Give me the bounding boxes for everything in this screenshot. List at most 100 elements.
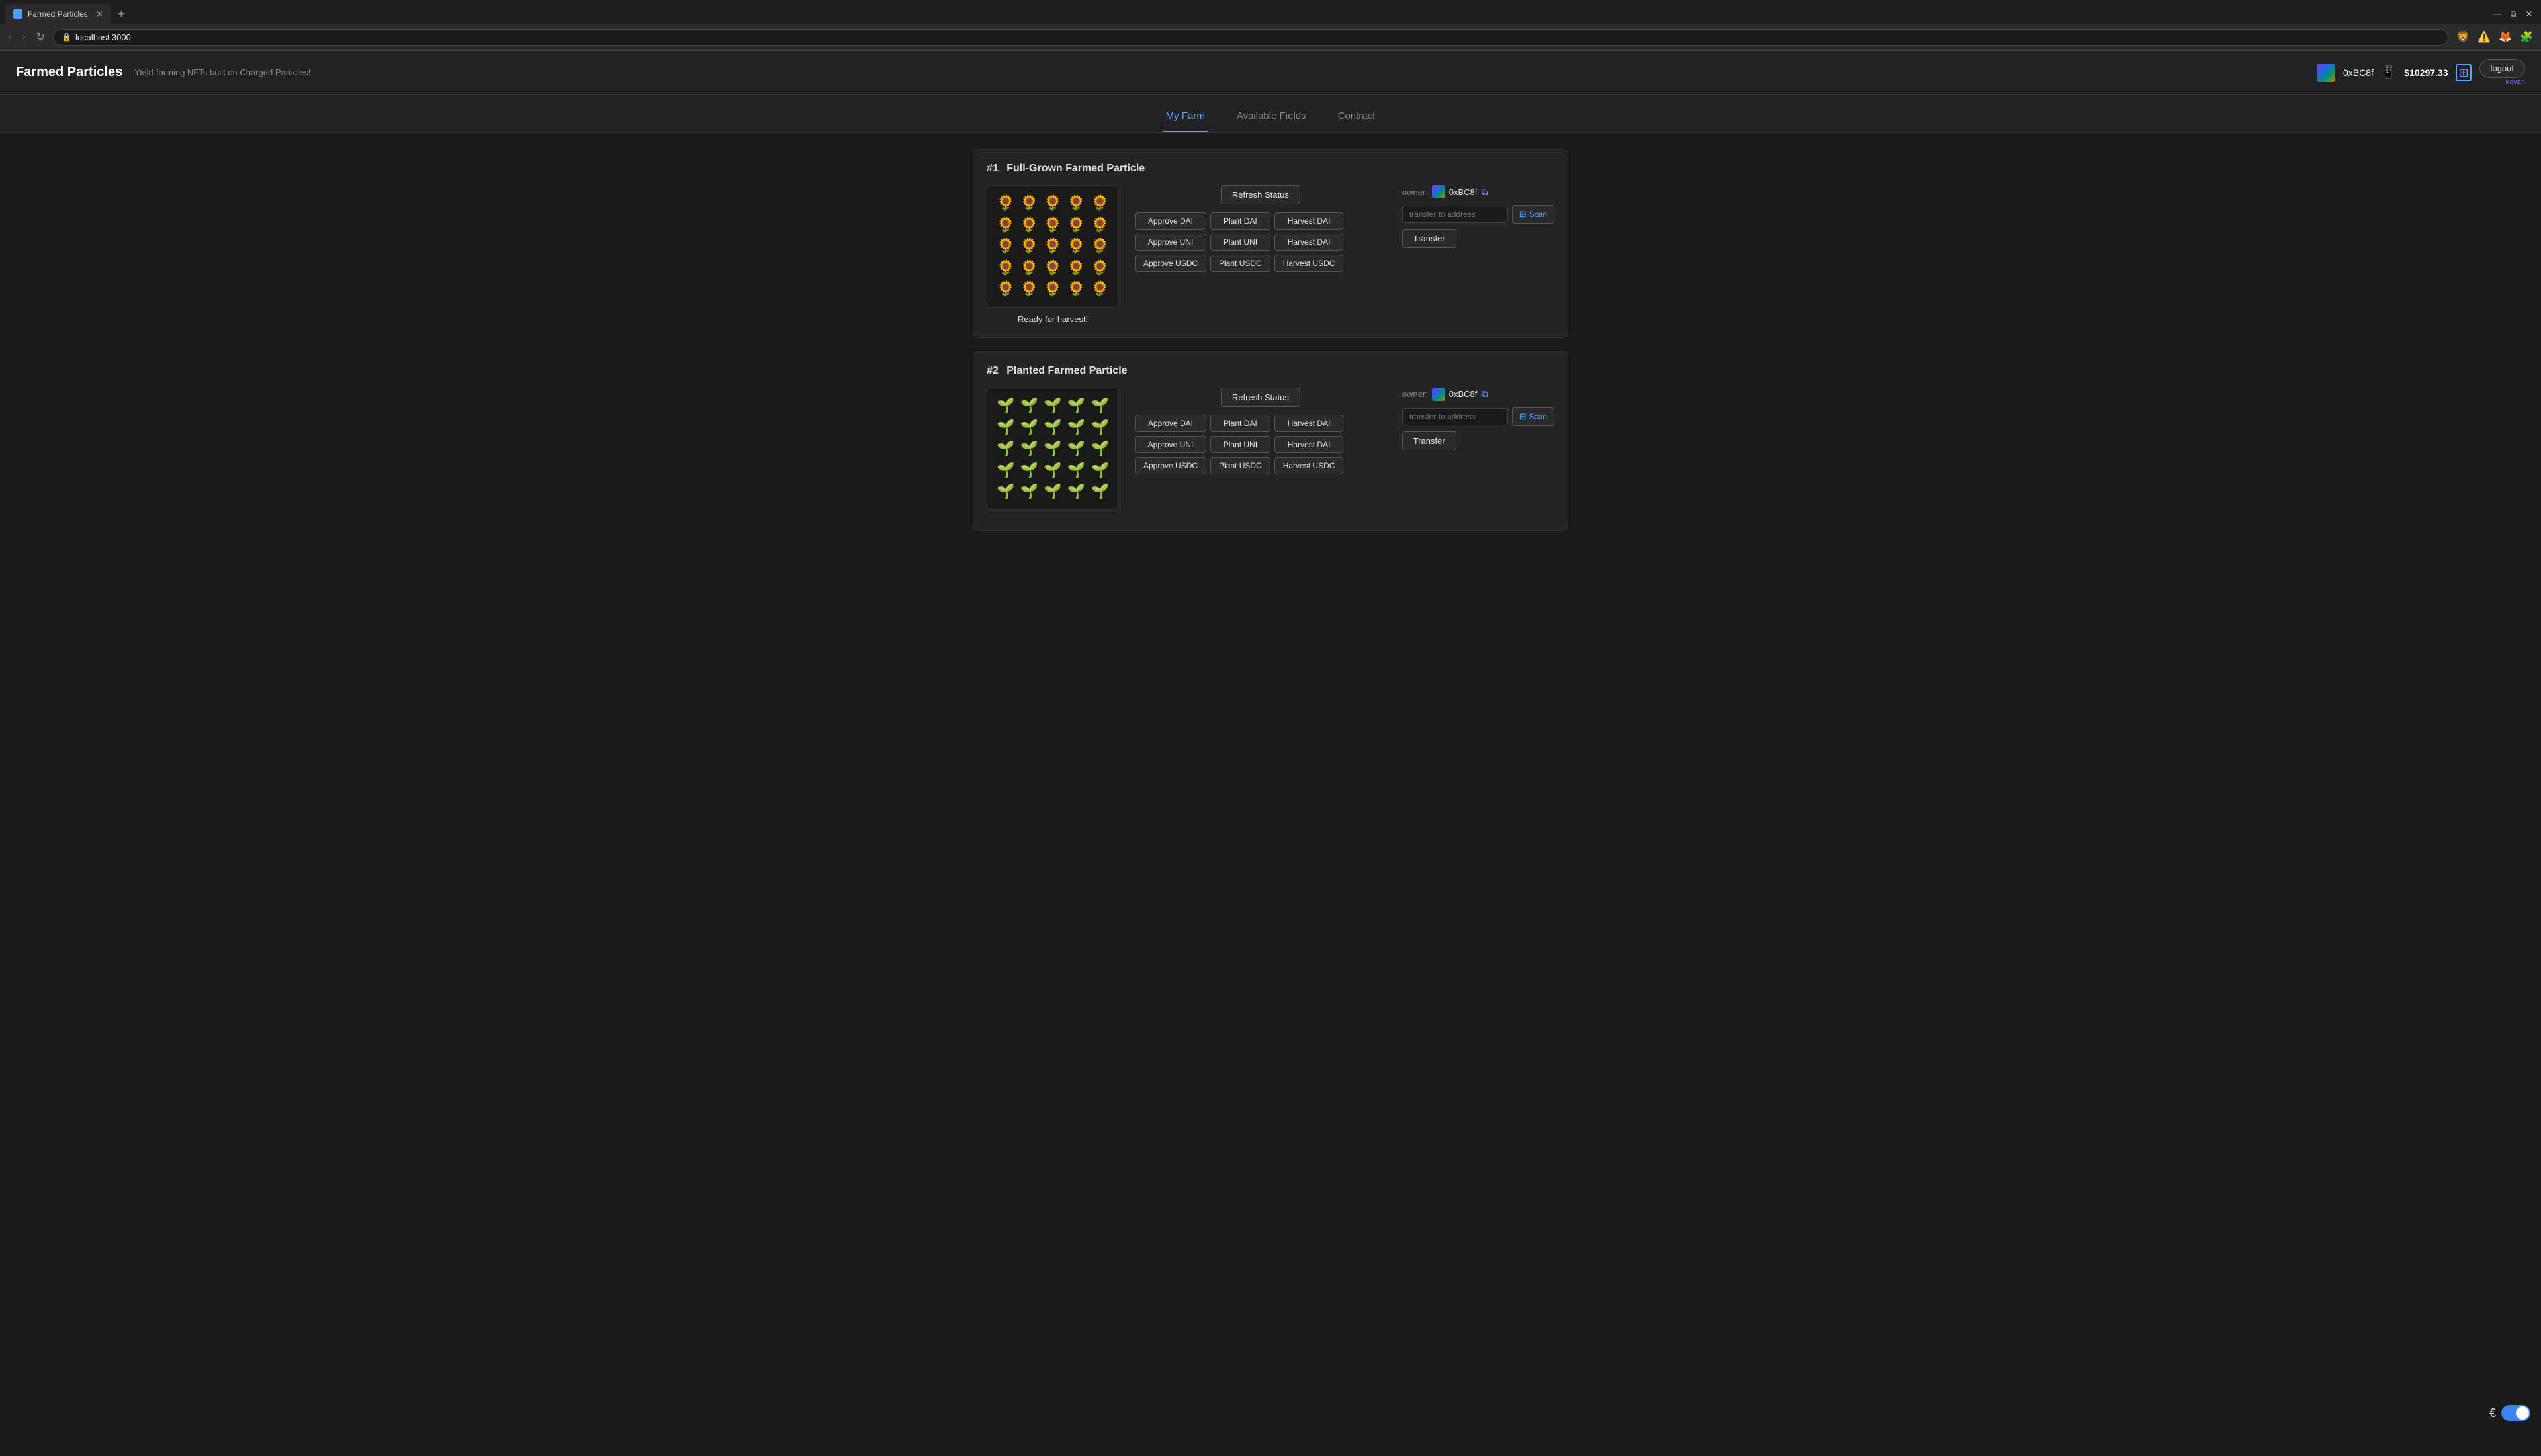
particle-cell: 🌻: [995, 194, 1016, 213]
particle-cell: 🌱: [995, 439, 1016, 458]
particle-1-refresh-row: Refresh Status: [1135, 185, 1386, 204]
particle-cell: 🌱: [1042, 482, 1063, 501]
particle-cell: 🌱: [995, 482, 1016, 501]
particle-cell: 🌻: [1089, 216, 1110, 235]
particle-1-copy-icon[interactable]: ⧉: [1481, 187, 1488, 198]
address-bar[interactable]: 🔒 localhost:3000: [53, 29, 2448, 46]
particle-1-transfer-btn[interactable]: Transfer: [1402, 229, 1456, 248]
back-button[interactable]: ‹: [5, 28, 14, 46]
particle-cell: 🌻: [995, 216, 1016, 235]
particle-1-scan-btn[interactable]: ⊞ Scan: [1512, 205, 1554, 224]
particle-cell: 🌱: [1042, 396, 1063, 415]
network-label: kovan: [2506, 78, 2525, 86]
particle-2-grid: 🌱 🌱 🌱 🌱 🌱 🌱 🌱 🌱 🌱 🌱 🌱 🌱 🌱 🌱: [987, 388, 1119, 510]
particle-1-approve-uni[interactable]: Approve UNI: [1135, 234, 1206, 251]
particle-cell: 🌻: [995, 259, 1016, 278]
address-text: localhost:3000: [75, 32, 131, 42]
particle-1-refresh-btn[interactable]: Refresh Status: [1221, 185, 1300, 204]
tab-title-text: Farmed Particles: [28, 9, 90, 19]
minimize-button[interactable]: —: [2491, 7, 2504, 21]
particle-2-scan-btn[interactable]: ⊞ Scan: [1512, 407, 1554, 426]
particle-2-approve-dai[interactable]: Approve DAI: [1135, 415, 1206, 432]
window-controls: — ⧉ ✕: [2491, 7, 2536, 21]
app-title: Farmed Particles: [16, 65, 122, 80]
particle-cell: 🌱: [1019, 396, 1040, 415]
particle-cell: 🌱: [1066, 418, 1087, 437]
wallet-avatar: [2317, 64, 2335, 82]
particle-cell: 🌱: [1089, 482, 1110, 501]
toggle-thumb: [2516, 1406, 2529, 1420]
particle-2-transfer-btn[interactable]: Transfer: [1402, 431, 1456, 450]
logout-button[interactable]: logout: [2479, 59, 2525, 78]
warning-btn[interactable]: ⚠️: [2475, 28, 2493, 46]
particle-2-refresh-row: Refresh Status: [1135, 388, 1386, 407]
brave-shields-btn[interactable]: 🦁: [2454, 28, 2472, 46]
particle-1-approve-usdc[interactable]: Approve USDC: [1135, 255, 1206, 272]
particle-1-plant-dai[interactable]: Plant DAI: [1210, 212, 1270, 230]
particle-1-transfer-row: ⊞ Scan: [1402, 205, 1554, 224]
reload-button[interactable]: ↻: [34, 28, 48, 46]
particle-2-plant-uni[interactable]: Plant UNI: [1210, 436, 1270, 453]
particle-cell: 🌱: [1042, 461, 1063, 480]
particle-1-owner-address: 0xBC8f: [1449, 187, 1478, 197]
app-subtitle: Yield-farming NFTs built on Charged Part…: [134, 67, 310, 77]
forward-button[interactable]: ›: [19, 28, 28, 46]
particle-card-1-title: #1 Full-Grown Farmed Particle: [987, 163, 1554, 175]
particle-2-approve-usdc[interactable]: Approve USDC: [1135, 457, 1206, 474]
owner-label: owner:: [1402, 187, 1428, 197]
tab-favicon: [13, 9, 22, 19]
particle-1-harvest-dai[interactable]: Harvest DAI: [1274, 212, 1344, 230]
particle-2-owner-address: 0xBC8f: [1449, 389, 1478, 399]
qr-code-btn[interactable]: ⊞: [2456, 64, 2471, 81]
tab-available-fields[interactable]: Available Fields: [1234, 105, 1309, 132]
tab-my-farm[interactable]: My Farm: [1163, 105, 1208, 132]
app-logo-title: Farmed Particles Yield-farming NFTs buil…: [16, 65, 310, 80]
particle-cell: 🌻: [1019, 280, 1040, 299]
restore-button[interactable]: ⧉: [2507, 7, 2520, 21]
particle-1-plant-uni[interactable]: Plant UNI: [1210, 234, 1270, 251]
particle-cell: 🌻: [1066, 194, 1087, 213]
particle-cell: 🌱: [995, 461, 1016, 480]
new-tab-button[interactable]: +: [114, 7, 129, 21]
qr-small-icon: ⊞: [1519, 209, 1527, 220]
app-header: Farmed Particles Yield-farming NFTs buil…: [0, 51, 2541, 95]
browser-tab[interactable]: Farmed Particles ✕: [5, 4, 111, 24]
particle-2-harvest-usdc[interactable]: Harvest USDC: [1274, 457, 1344, 474]
extensions-btn[interactable]: 🧩: [2517, 28, 2536, 46]
particle-1-harvest-usdc[interactable]: Harvest USDC: [1274, 255, 1344, 272]
particle-1-owner-row: owner: 0xBC8f ⧉: [1402, 185, 1554, 198]
close-button[interactable]: ✕: [2522, 7, 2536, 21]
particle-cell: 🌱: [1042, 439, 1063, 458]
particle-cell: 🌻: [1089, 280, 1110, 299]
tab-close-btn[interactable]: ✕: [95, 9, 103, 19]
metamask-btn[interactable]: 🦊: [2496, 28, 2515, 46]
particle-cell: 🌻: [1042, 237, 1063, 256]
particle-1-status: Ready for harvest!: [987, 314, 1119, 324]
particle-1-approve-dai[interactable]: Approve DAI: [1135, 212, 1206, 230]
tab-bar: Farmed Particles ✕ + — ⧉ ✕: [0, 0, 2541, 24]
address-bar-row: ‹ › ↻ 🔒 localhost:3000 🦁 ⚠️ 🦊 🧩: [0, 24, 2541, 50]
particle-2-harvest-dai-2[interactable]: Harvest DAI: [1274, 436, 1344, 453]
particle-2-copy-icon[interactable]: ⧉: [1481, 388, 1488, 400]
particle-1-plant-usdc[interactable]: Plant USDC: [1210, 255, 1270, 272]
qr-small-icon-2: ⊞: [1519, 411, 1527, 422]
particle-1-harvest-dai-2[interactable]: Harvest DAI: [1274, 234, 1344, 251]
particle-cell: 🌱: [995, 418, 1016, 437]
particle-1-owner: owner: 0xBC8f ⧉ ⊞ Scan Transfer: [1402, 185, 1554, 248]
particle-2-plant-dai[interactable]: Plant DAI: [1210, 415, 1270, 432]
particle-cell: 🌱: [1089, 461, 1110, 480]
theme-toggle[interactable]: [2501, 1405, 2530, 1421]
particle-1-action-grid: Approve DAI Plant DAI Harvest DAI Approv…: [1135, 212, 1386, 272]
particles-container: #1 Full-Grown Farmed Particle 🌻 🌻 🌻 🌻 🌻 …: [973, 149, 1568, 531]
particle-2-transfer-input[interactable]: [1402, 408, 1508, 425]
particle-cell: 🌻: [1042, 216, 1063, 235]
particle-cell: 🌻: [1042, 259, 1063, 278]
phone-icon: 📱: [2382, 65, 2396, 79]
particle-2-approve-uni[interactable]: Approve UNI: [1135, 436, 1206, 453]
particle-2-plant-usdc[interactable]: Plant USDC: [1210, 457, 1270, 474]
particle-2-refresh-btn[interactable]: Refresh Status: [1221, 388, 1300, 407]
particle-cell: 🌻: [1042, 194, 1063, 213]
tab-contract[interactable]: Contract: [1335, 105, 1378, 132]
particle-2-harvest-dai[interactable]: Harvest DAI: [1274, 415, 1344, 432]
particle-1-transfer-input[interactable]: [1402, 206, 1508, 223]
